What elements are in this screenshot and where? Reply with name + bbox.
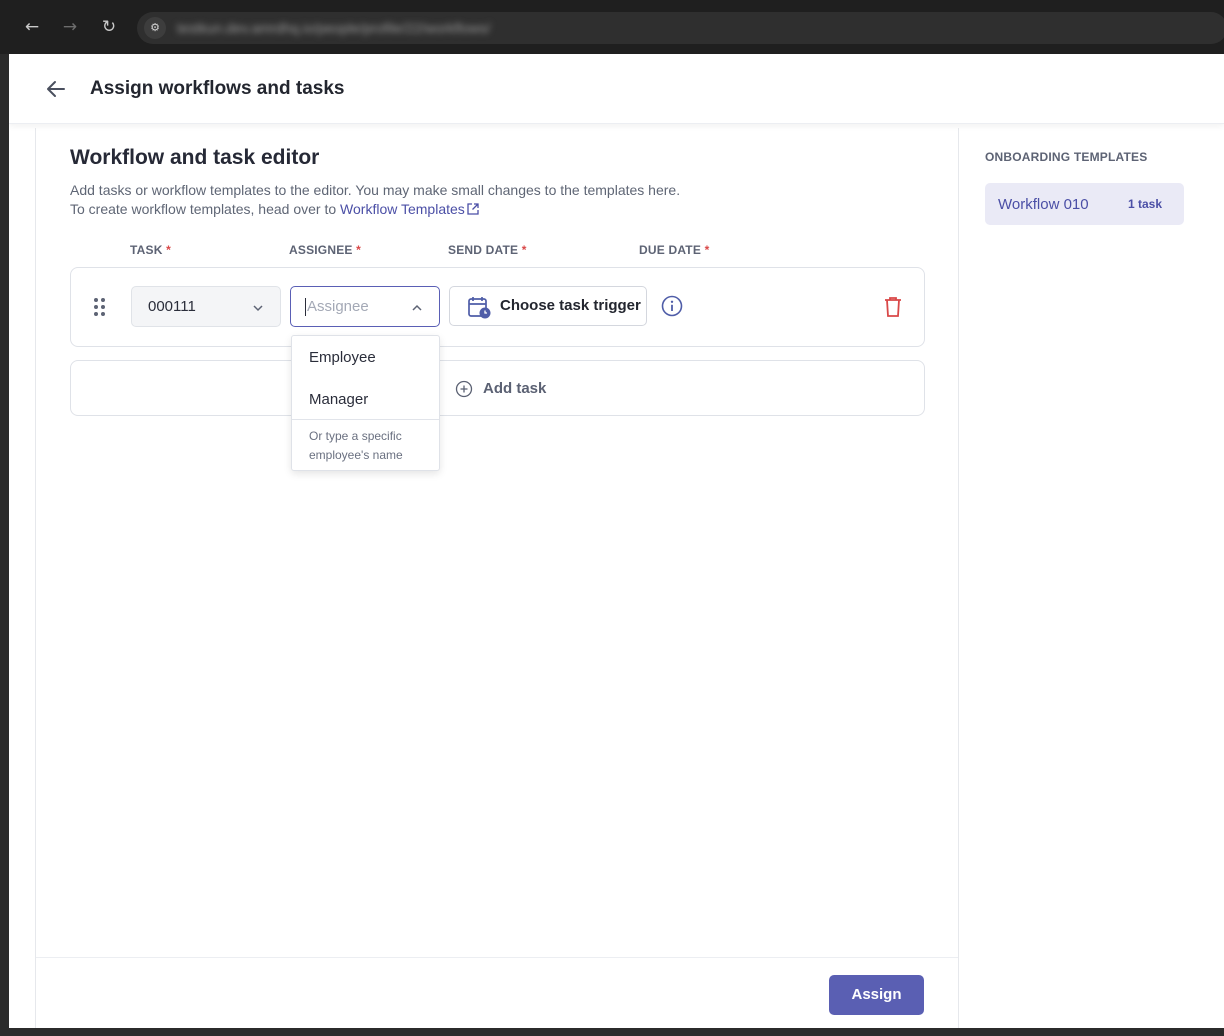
assignee-placeholder: Assignee (307, 298, 369, 315)
assignee-input[interactable]: Assignee (290, 286, 440, 327)
editor-description-line1: Add tasks or workflow templates to the e… (70, 182, 681, 198)
calendar-clock-icon (468, 297, 491, 319)
browser-reload-icon[interactable]: ↻ (98, 16, 120, 38)
site-settings-icon[interactable]: ⚙ (144, 17, 166, 39)
choose-task-trigger-label: Choose task trigger (500, 297, 641, 314)
editor-description-line2: To create workflow templates, head over … (70, 200, 680, 219)
required-mark: * (704, 243, 710, 257)
template-task-count: 1 task (1127, 197, 1162, 211)
address-bar[interactable]: ⚙ testkun.dev.amrdhq.io/people/profile/2… (137, 12, 1224, 44)
required-mark: * (356, 243, 362, 257)
back-arrow-icon[interactable] (43, 76, 69, 102)
assignee-option-manager[interactable]: Manager (309, 391, 368, 408)
column-header-task-label: TASK (130, 243, 163, 257)
editor-description-prefix: To create workflow templates, head over … (70, 201, 341, 217)
browser-back-icon[interactable]: ← (21, 16, 43, 38)
info-icon[interactable] (661, 295, 683, 317)
add-task-button[interactable]: Add task (70, 360, 925, 416)
chevron-down-icon (253, 305, 263, 312)
required-mark: * (521, 243, 527, 257)
trash-icon[interactable] (883, 296, 903, 318)
external-link-icon (467, 203, 479, 215)
plus-circle-icon (455, 380, 473, 398)
assignee-dropdown-hint: Or type a specific employee's name (309, 429, 403, 462)
assignee-dropdown: Employee Manager Or type a specific empl… (291, 335, 440, 471)
page-title: Assign workflows and tasks (90, 78, 345, 99)
address-bar-url: testkun.dev.amrdhq.io/people/profile/22/… (177, 20, 491, 36)
browser-toolbar: ← → ↻ ⚙ testkun.dev.amrdhq.io/people/pro… (0, 0, 1224, 54)
column-header-send-date: SEND DATE * (448, 243, 527, 257)
template-card[interactable]: Workflow 010 1 task (985, 183, 1184, 225)
workflow-templates-link[interactable]: Workflow Templates (340, 201, 479, 217)
workflow-editor: Workflow and task editor Add tasks or wo… (35, 128, 959, 1028)
templates-sidebar: ONBOARDING TEMPLATES Workflow 010 1 task (959, 128, 1224, 1028)
editor-title: Workflow and task editor (70, 146, 320, 169)
app-window: Assign workflows and tasks Workflow and … (9, 54, 1224, 1028)
template-name: Workflow 010 (998, 196, 1089, 213)
editor-description: Add tasks or workflow templates to the e… (70, 181, 680, 219)
add-task-label: Add task (483, 380, 547, 397)
sidebar-title: ONBOARDING TEMPLATES (985, 150, 1148, 164)
assignee-option-employee[interactable]: Employee (309, 349, 376, 366)
required-mark: * (166, 243, 171, 257)
column-header-task: TASK * (130, 243, 171, 257)
column-header-assignee-label: ASSIGNEE (289, 243, 353, 257)
page-header: Assign workflows and tasks (9, 54, 1224, 124)
column-header-assignee: ASSIGNEE * (289, 243, 361, 257)
drag-handle-icon[interactable] (92, 296, 108, 318)
text-cursor (305, 298, 306, 316)
task-row: 000111 Assignee Choose task trigger (70, 267, 925, 347)
chevron-up-icon (412, 304, 422, 311)
column-header-due-date: DUE DATE * (639, 243, 709, 257)
task-select-value: 000111 (148, 298, 196, 315)
choose-task-trigger-button[interactable]: Choose task trigger (449, 286, 647, 326)
column-header-due-date-label: DUE DATE (639, 243, 702, 257)
browser-forward-icon[interactable]: → (59, 16, 81, 38)
column-header-send-date-label: SEND DATE (448, 243, 519, 257)
workflow-templates-link-label: Workflow Templates (340, 201, 465, 217)
footer-divider (36, 957, 958, 958)
dropdown-divider (292, 419, 439, 420)
assign-button[interactable]: Assign (829, 975, 924, 1015)
task-select[interactable]: 000111 (131, 286, 281, 327)
